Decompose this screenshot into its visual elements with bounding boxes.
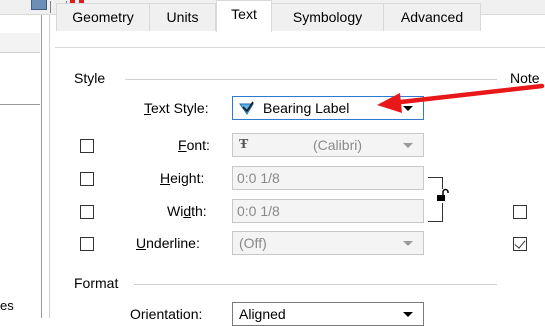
annotation-arrow xyxy=(377,83,545,113)
tab-text[interactable]: Text xyxy=(216,0,272,32)
